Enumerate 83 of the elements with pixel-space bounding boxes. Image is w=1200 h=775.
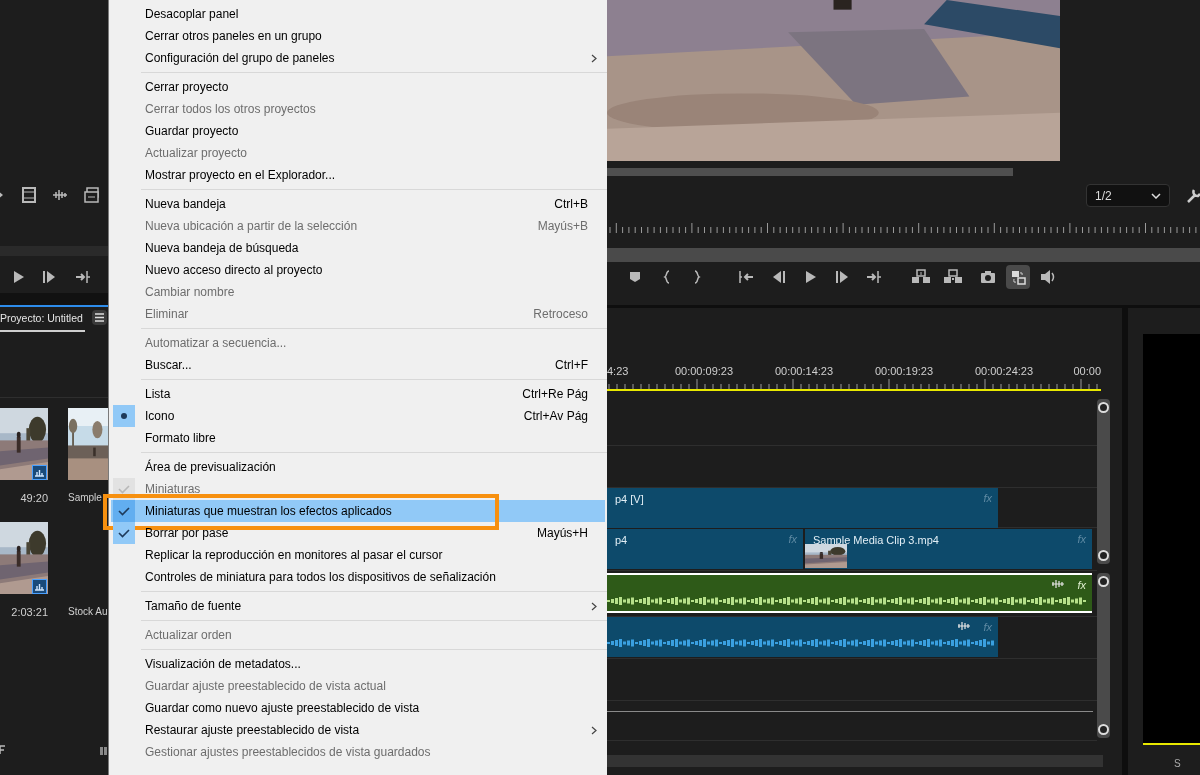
timecode-label: 00:00:14:23 xyxy=(774,364,834,379)
go-to-out-icon[interactable] xyxy=(866,269,882,285)
pen-icon[interactable] xyxy=(0,745,6,755)
scroll-handle[interactable] xyxy=(1098,550,1109,561)
menu-item[interactable]: Área de previsualización xyxy=(111,456,605,478)
video-clip[interactable]: p4 [V] fx xyxy=(607,488,998,528)
menu-item[interactable]: Desacoplar panel xyxy=(111,3,605,25)
effects-label: fx xyxy=(1077,578,1086,593)
menu-item[interactable]: Configuración del grupo de paneles xyxy=(111,47,605,69)
sequence-badge-icon xyxy=(32,579,47,594)
scroll-handle[interactable] xyxy=(1098,402,1109,413)
menu-item[interactable]: Cerrar proyecto xyxy=(111,76,605,98)
menu-item[interactable]: Nueva bandeja Ctrl+B xyxy=(111,193,605,215)
menu-item[interactable]: Nueva bandeja de búsqueda xyxy=(111,237,605,259)
menu-icon[interactable] xyxy=(92,310,107,325)
menu-item[interactable]: Lista Ctrl+Re Pág xyxy=(111,383,605,405)
marker-icon[interactable] xyxy=(627,269,643,285)
menu-item[interactable]: Replicar la reproducción en monitores al pasar el cursor xyxy=(111,544,605,566)
menu-item[interactable]: Icono Ctrl+Av Pág xyxy=(111,405,605,427)
horizontal-scrollbar[interactable] xyxy=(607,755,1103,767)
effects-label: fx xyxy=(983,491,992,506)
menu-item[interactable]: Borrar por pase Mayús+H xyxy=(111,522,605,544)
effects-label: fx xyxy=(983,620,992,635)
panel-tab[interactable]: Proyecto: Untitled xyxy=(0,311,85,332)
timecode-label: 00:00:24:23 xyxy=(974,364,1034,379)
timecode-label: 00:00:09:23 xyxy=(674,364,734,379)
duration-label: 49:20 xyxy=(19,491,48,506)
menu-item[interactable]: Guardar proyecto xyxy=(111,120,605,142)
extract-icon[interactable] xyxy=(944,269,962,285)
menu-item[interactable]: Buscar... Ctrl+F xyxy=(111,354,605,376)
lift-icon[interactable] xyxy=(912,269,930,285)
clip-label: Sample Media Clip 3.mp4 xyxy=(813,533,939,548)
shortcut-label: Ctrl+F xyxy=(555,357,588,374)
go-to-in-icon[interactable] xyxy=(738,269,754,285)
menu-item[interactable]: Cerrar otros paneles en un grupo xyxy=(111,25,605,47)
shortcut-label: Mayús+B xyxy=(537,218,588,235)
audio-clip[interactable]: fx xyxy=(607,573,1092,613)
timecode-label: 00:00 xyxy=(1073,364,1101,379)
timecode-label: 00:00:19:23 xyxy=(874,364,934,379)
file-name: Stock Au xyxy=(68,605,108,619)
vertical-scrollbar[interactable] xyxy=(1097,399,1110,564)
file-name: Sample xyxy=(68,491,102,505)
shortcut-label: Ctrl+B xyxy=(554,196,588,213)
overlay-icon[interactable] xyxy=(84,187,100,203)
sequence-badge-icon xyxy=(32,465,47,480)
film-icon[interactable] xyxy=(22,187,36,203)
menu-item[interactable]: Tamaño de fuente xyxy=(111,595,605,617)
camera-icon[interactable] xyxy=(980,269,996,285)
video-clip[interactable]: Sample Media Clip 3.mp4 fx xyxy=(805,529,1092,569)
wrench-icon[interactable] xyxy=(1186,188,1200,204)
volume-icon[interactable] xyxy=(1040,269,1056,285)
channel-label: S xyxy=(1174,757,1181,771)
clip-label: p4 xyxy=(615,533,628,548)
clip-label: p4 [V] xyxy=(615,492,644,507)
scroll-handle[interactable] xyxy=(1098,724,1109,735)
menu-item[interactable]: Nuevo acceso directo al proyecto xyxy=(111,259,605,281)
resolution-dropdown[interactable]: 1/2 xyxy=(1086,184,1170,207)
timecode-label: 4:23 xyxy=(607,364,629,379)
menu-item[interactable]: Formato libre xyxy=(111,427,605,449)
compare-icon[interactable] xyxy=(1006,265,1030,289)
vertical-scrollbar[interactable] xyxy=(1097,573,1110,738)
video-clip[interactable]: p4 fx xyxy=(607,529,803,569)
effects-label: fx xyxy=(1077,532,1086,547)
audio-waveform-icon xyxy=(1052,579,1064,589)
shortcut-label: Ctrl+Re Pág xyxy=(522,386,588,403)
effects-label: fx xyxy=(788,532,797,547)
shortcut-label: Retroceso xyxy=(533,306,588,323)
shortcut-label: Mayús+H xyxy=(536,525,588,542)
audio-waveform-icon xyxy=(958,621,970,631)
scroll-handle[interactable] xyxy=(1098,576,1109,587)
menu-item[interactable]: Visualización de metadatos... xyxy=(111,653,605,675)
scrollbar[interactable] xyxy=(607,168,1013,176)
menu-item[interactable]: Miniaturas que muestran los efectos aplicados xyxy=(111,500,605,522)
chevron-down-icon xyxy=(1151,192,1161,199)
menu-item[interactable]: Controles de miniatura para todos los dispositivos de señalización xyxy=(111,566,605,588)
duration-label: 2:03:21 xyxy=(10,605,48,620)
shortcut-label: Ctrl+Av Pág xyxy=(523,408,588,425)
menu-item[interactable]: Mostrar proyecto en el Explorador... xyxy=(111,164,605,186)
go-to-out-icon[interactable] xyxy=(75,269,91,285)
waveform-icon[interactable] xyxy=(53,187,67,203)
bars-icon[interactable] xyxy=(100,745,110,755)
menu-item[interactable]: Restaurar ajuste preestablecido de vista xyxy=(111,719,605,741)
menu-item[interactable]: Guardar como nuevo ajuste preestablecido de vista xyxy=(111,697,605,719)
